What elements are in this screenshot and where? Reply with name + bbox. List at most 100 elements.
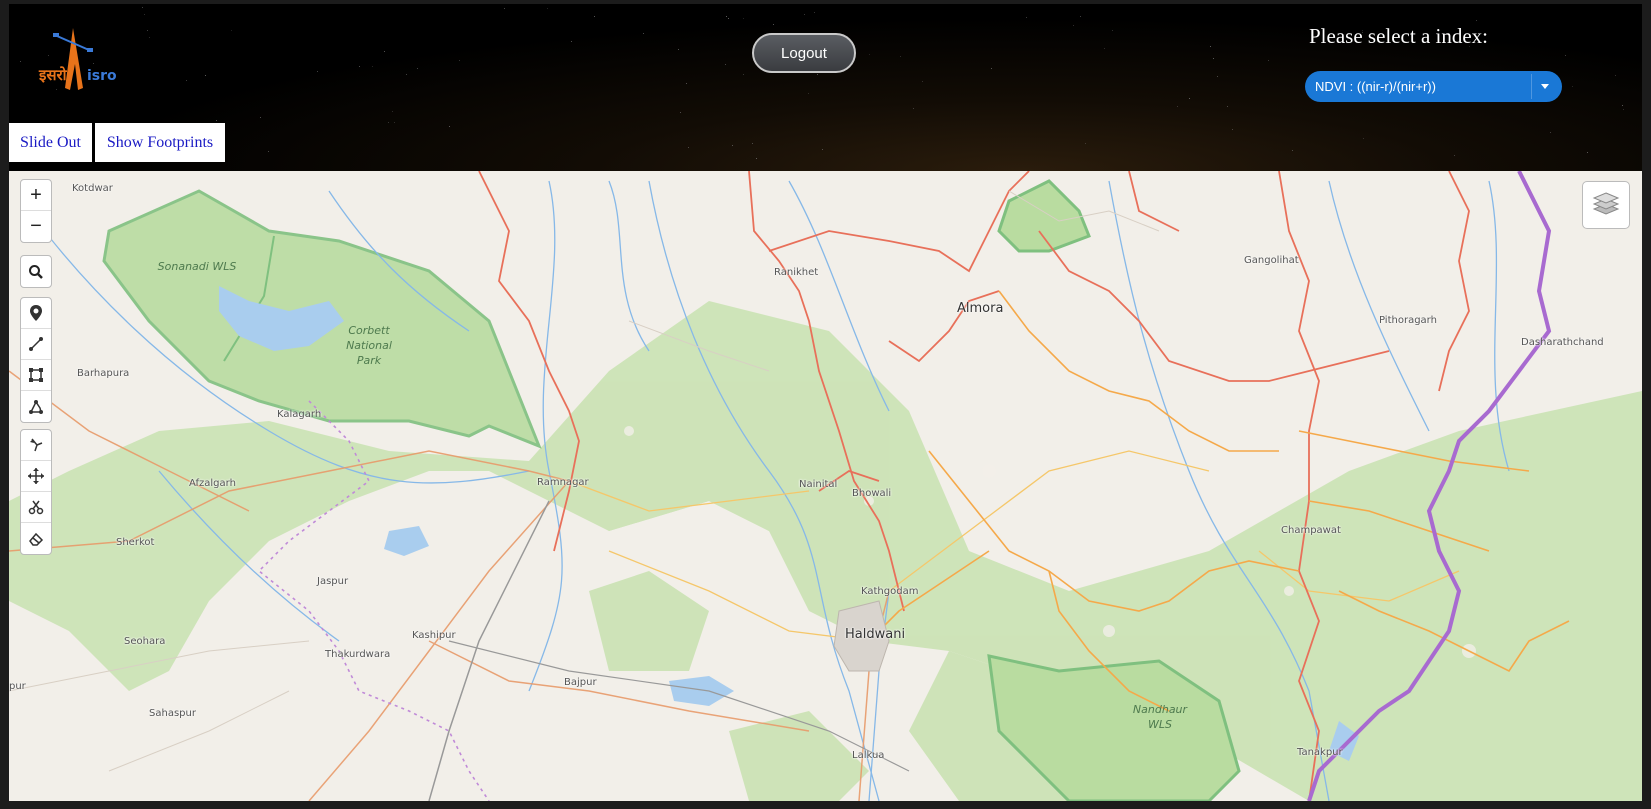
map-view[interactable]: Kotdwar Barhapura Kalagarh Afzalgarh She… (9, 171, 1642, 801)
place-label: Kathgodam (861, 586, 919, 597)
star-dot (1213, 58, 1214, 59)
star-dot (1622, 105, 1623, 106)
star-dot (686, 83, 687, 84)
chevron-down-icon[interactable] (1541, 84, 1549, 89)
star-dot (1189, 98, 1190, 99)
place-label: Haldwani (845, 627, 906, 642)
star-dot (814, 12, 815, 13)
place-label: Seohara (124, 636, 166, 647)
park-label: Sonanadi WLS (157, 260, 237, 273)
star-dot (1177, 106, 1178, 107)
index-select-dropdown[interactable]: NDVI : ((nir-r)/(nir+r)) (1305, 71, 1562, 102)
header-bar: इसरो isro Logout Please select a index: … (9, 4, 1642, 171)
star-dot (394, 122, 395, 123)
star-dot (459, 60, 460, 61)
drag-icon[interactable] (21, 461, 51, 492)
star-dot (547, 8, 548, 9)
zoom-in-button[interactable]: + (21, 180, 51, 211)
layers-control[interactable] (1582, 181, 1630, 229)
star-dot (804, 14, 805, 15)
star-dot (1080, 16, 1081, 17)
star-dot (1268, 60, 1269, 61)
polygon-icon[interactable] (21, 391, 51, 422)
star-dot (147, 30, 148, 31)
star-dot (504, 8, 505, 9)
star-dot (756, 158, 757, 159)
star-dot (1454, 155, 1455, 156)
isro-logo: इसरो isro (37, 22, 133, 100)
dropdown-divider (1531, 74, 1532, 99)
star-dot (1623, 109, 1624, 110)
place-label: Bajpur (564, 677, 597, 688)
star-dot (144, 14, 145, 15)
star-dot (678, 49, 679, 50)
place-label: Sherkot (116, 537, 155, 548)
place-label: Lalkua (852, 750, 885, 761)
star-dot (231, 30, 232, 31)
star-dot (388, 122, 389, 123)
star-dot (571, 41, 572, 42)
star-dot (743, 74, 744, 75)
index-select-prompt: Please select a index: (1309, 24, 1489, 48)
layers-icon (1592, 190, 1620, 221)
place-label: Barhapura (77, 368, 130, 379)
star-dot (1073, 25, 1074, 26)
star-dot (268, 151, 269, 152)
eraser-icon[interactable] (21, 523, 51, 554)
star-dot (449, 126, 450, 127)
star-dot (1587, 152, 1588, 153)
show-footprints-button[interactable]: Show Footprints (95, 123, 225, 162)
place-label: Ramnagar (537, 477, 589, 488)
logout-button[interactable]: Logout (752, 33, 856, 73)
search-icon[interactable] (21, 256, 51, 287)
star-dot (317, 71, 318, 72)
place-label: Afzalgarh (189, 478, 236, 489)
star-dot (1085, 143, 1086, 144)
star-dot (726, 16, 727, 17)
star-dot (773, 24, 774, 25)
star-dot (643, 33, 644, 34)
place-label: Jaspur (317, 576, 349, 587)
place-label: Kashipur (412, 630, 456, 641)
star-dot (372, 66, 373, 67)
rectangle-icon[interactable] (21, 360, 51, 391)
edit-toolbar (20, 429, 52, 555)
star-dot (1550, 132, 1551, 133)
star-dot (20, 61, 21, 62)
star-dot (406, 74, 407, 75)
star-dot (1292, 150, 1293, 151)
zoom-out-button[interactable]: − (21, 211, 51, 242)
star-dot (1363, 138, 1364, 139)
star-dot (725, 64, 726, 65)
star-dot (384, 51, 385, 52)
star-dot (680, 112, 681, 113)
slide-out-button[interactable]: Slide Out (9, 123, 92, 162)
index-selected-value: NDVI : ((nir-r)/(nir+r)) (1315, 79, 1436, 94)
place-label: Gangolihat (1244, 255, 1299, 266)
cut-icon[interactable] (21, 430, 51, 461)
star-dot (752, 143, 753, 144)
star-dot (922, 81, 923, 82)
place-label: Pithoragarh (1379, 315, 1437, 326)
star-dot (359, 66, 360, 67)
star-dot (594, 16, 595, 17)
place-label: Tanakpur (1297, 747, 1343, 758)
place-label: Ranikhet (774, 267, 819, 278)
star-dot (991, 68, 992, 69)
star-dot (913, 108, 914, 109)
zoom-control: + − (20, 179, 52, 243)
park-label: Corbett National Park (346, 324, 392, 367)
polyline-icon[interactable] (21, 329, 51, 360)
marker-icon[interactable] (21, 298, 51, 329)
star-dot (1210, 46, 1211, 47)
star-dot (1232, 129, 1233, 130)
place-label: pur (9, 681, 26, 692)
star-dot (149, 37, 150, 38)
star-dot (728, 18, 729, 19)
place-label: Nainital (799, 479, 838, 490)
star-dot (732, 145, 733, 146)
svg-text:isro: isro (87, 68, 117, 84)
star-dot (1572, 86, 1573, 87)
scissors-icon[interactable] (21, 492, 51, 523)
park-label: Nandhaur WLS (1132, 703, 1188, 731)
